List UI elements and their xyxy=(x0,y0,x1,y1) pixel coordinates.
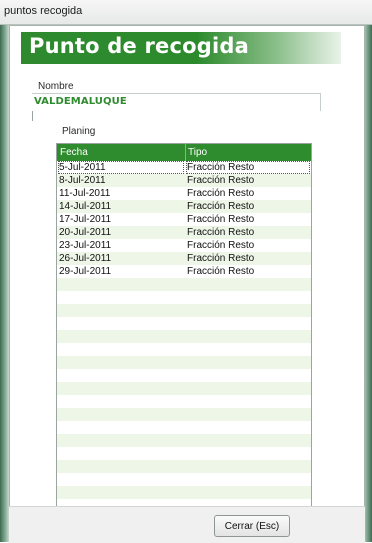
cell-fecha: 17-Jul-2011 xyxy=(59,214,112,225)
table-row[interactable] xyxy=(57,278,311,291)
table-row[interactable]: 11-Jul-2011 Fracción Resto xyxy=(57,187,311,200)
close-button[interactable]: Cerrar (Esc) xyxy=(214,515,290,537)
title-bar[interactable]: puntos recogida xyxy=(0,0,372,25)
grid-header: Fecha Tipo xyxy=(57,144,311,161)
grid-rows: 5-Jul-2011 Fracción Resto 8-Jul-2011 Fracci… xyxy=(57,161,311,514)
table-row[interactable]: 14-Jul-2011 Fracción Resto xyxy=(57,200,311,213)
cell-tipo: Fracción Resto xyxy=(187,201,255,212)
table-row[interactable]: 5-Jul-2011 Fracción Resto xyxy=(57,161,311,174)
column-header-fecha[interactable]: Fecha xyxy=(60,144,88,161)
cell-tipo: Fracción Resto xyxy=(187,188,255,199)
cell-tipo: Fracción Resto xyxy=(186,161,310,174)
table-row[interactable] xyxy=(57,317,311,330)
cell-fecha: 14-Jul-2011 xyxy=(59,201,112,212)
page-title: Punto de recogida xyxy=(29,34,249,58)
nombre-value: VALDEMALUQUE xyxy=(34,96,127,107)
nombre-field[interactable]: VALDEMALUQUE xyxy=(32,93,321,111)
header-banner: Punto de recogida xyxy=(21,32,341,64)
cell-fecha: 23-Jul-2011 xyxy=(59,240,112,251)
table-row[interactable] xyxy=(57,486,311,499)
cell-fecha: 29-Jul-2011 xyxy=(59,266,112,277)
cell-tipo: Fracción Resto xyxy=(187,266,255,277)
table-row[interactable] xyxy=(57,291,311,304)
table-row[interactable]: 29-Jul-2011 Fracción Resto xyxy=(57,265,311,278)
table-row[interactable]: 26-Jul-2011 Fracción Resto xyxy=(57,252,311,265)
table-row[interactable]: 20-Jul-2011 Fracción Resto xyxy=(57,226,311,239)
dialog-content: Punto de recogida Nombre VALDEMALUQUE Pl… xyxy=(9,25,365,532)
dialog-footer: Cerrar (Esc) xyxy=(9,506,365,543)
planing-label: Planing xyxy=(62,126,96,137)
cell-fecha: 26-Jul-2011 xyxy=(59,253,112,264)
cell-tipo: Fracción Resto xyxy=(187,227,255,238)
cell-fecha: 20-Jul-2011 xyxy=(59,227,112,238)
table-row[interactable] xyxy=(57,382,311,395)
planing-grid[interactable]: Fecha Tipo 5-Jul-2011 Fracción Resto 8-Jul… xyxy=(56,143,312,515)
table-row[interactable] xyxy=(57,421,311,434)
table-row[interactable] xyxy=(57,395,311,408)
table-row[interactable] xyxy=(57,356,311,369)
cell-tipo: Fracción Resto xyxy=(187,253,255,264)
table-row[interactable]: 23-Jul-2011 Fracción Resto xyxy=(57,239,311,252)
table-row[interactable]: 17-Jul-2011 Fracción Resto xyxy=(57,213,311,226)
table-row[interactable] xyxy=(57,434,311,447)
table-row[interactable] xyxy=(57,447,311,460)
nombre-label: Nombre xyxy=(38,81,74,92)
column-divider xyxy=(185,144,186,161)
cell-fecha: 8-Jul-2011 xyxy=(59,175,106,186)
cell-tipo: Fracción Resto xyxy=(187,214,255,225)
cell-tipo: Fracción Resto xyxy=(187,175,255,186)
cell-fecha: 11-Jul-2011 xyxy=(59,188,111,199)
table-row[interactable]: 8-Jul-2011 Fracción Resto xyxy=(57,174,311,187)
table-row[interactable] xyxy=(57,473,311,486)
cell-tipo: Fracción Resto xyxy=(187,240,255,251)
column-header-tipo[interactable]: Tipo xyxy=(188,144,207,161)
cell-fecha: 5-Jul-2011 xyxy=(58,161,184,174)
window-title: puntos recogida xyxy=(4,5,83,17)
table-row[interactable] xyxy=(57,408,311,421)
table-row[interactable] xyxy=(57,343,311,356)
table-row[interactable] xyxy=(57,330,311,343)
table-row[interactable] xyxy=(57,460,311,473)
table-row[interactable] xyxy=(57,369,311,382)
table-row[interactable] xyxy=(57,304,311,317)
